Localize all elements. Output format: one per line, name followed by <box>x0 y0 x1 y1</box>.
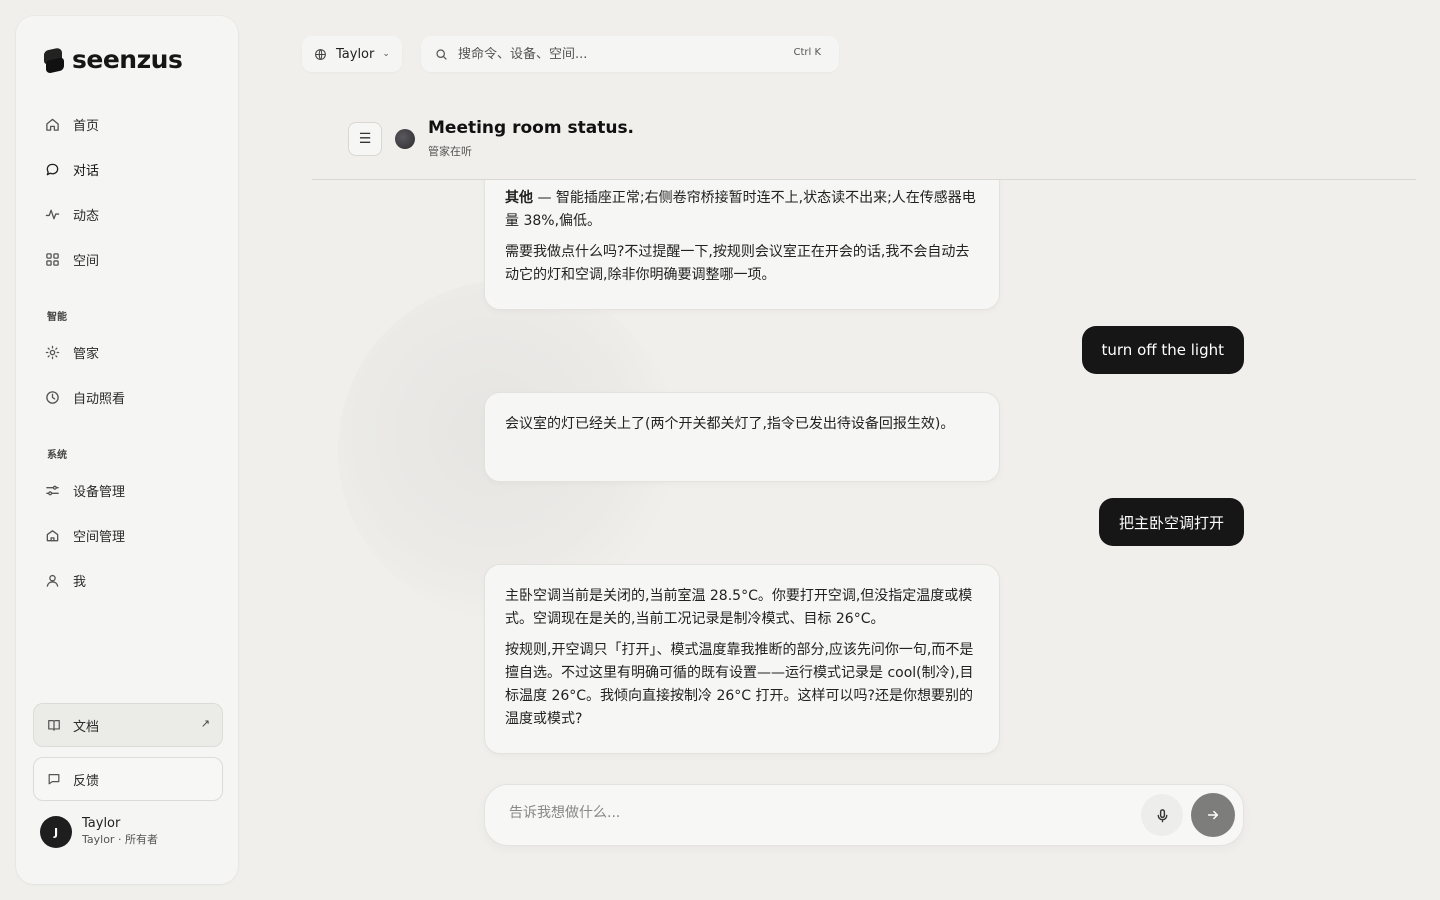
avatar: J <box>40 816 72 848</box>
sidebar-item-butler[interactable]: 管家 <box>44 340 99 364</box>
search-icon <box>436 48 447 60</box>
user-profile[interactable]: J Taylor Taylor · 所有者 <box>40 816 158 848</box>
sliders-icon <box>44 482 60 498</box>
assistant-message: 其他 — 智能插座正常;右侧卷帘桥接暂时连不上,状态读不出来;人在传感器电量 3… <box>484 180 1000 310</box>
feedback-label: 反馈 <box>73 773 100 789</box>
section-label-system: 系统 <box>47 450 67 461</box>
external-link-icon: ↗ <box>200 717 210 730</box>
message-paragraph: 会议室的灯已经关上了(两个开关都关灯了,指令已发出待设备回报生效)。 <box>505 416 955 432</box>
house-icon <box>44 527 60 543</box>
sidebar-item-label: 空间 <box>73 253 100 269</box>
message-text: — 智能插座正常;右侧卷帘桥接暂时连不上,状态读不出来;人在传感器电量 38%,… <box>505 190 976 229</box>
sidebar-item-device-management[interactable]: 设备管理 <box>44 478 125 502</box>
sidebar-item-auto-care[interactable]: 自动照看 <box>44 385 125 409</box>
chat-thread[interactable]: 其他 — 智能插座正常;右侧卷帘桥接暂时连不上,状态读不出来;人在传感器电量 3… <box>312 180 1416 772</box>
user-name: Taylor <box>82 816 121 831</box>
conversation-title: Meeting room status. <box>428 118 635 138</box>
workspace-name: Taylor <box>336 46 375 62</box>
sidebar-item-label: 管家 <box>73 346 100 362</box>
user-role: Taylor · 所有者 <box>82 833 158 846</box>
search-input[interactable] <box>458 46 778 62</box>
sidebar-item-label: 我 <box>73 574 87 590</box>
voice-input-button[interactable] <box>1141 794 1183 836</box>
sidebar-item-label: 空间管理 <box>73 529 126 545</box>
message-paragraph: 主卧空调当前是关闭的,当前室温 28.5°C。你要打开空调,但没指定温度或模式。… <box>505 588 973 627</box>
chat-icon <box>44 161 60 177</box>
brand-logo[interactable]: seenzus <box>44 45 183 74</box>
docs-button[interactable]: 文档 ↗ <box>33 703 223 747</box>
clock-icon <box>44 389 60 405</box>
sidebar-item-activity[interactable]: 动态 <box>44 202 99 226</box>
message-paragraph: 其他 — 智能插座正常;右侧卷帘桥接暂时连不上,状态读不出来;人在传感器电量 3… <box>505 187 979 233</box>
butler-status-dot <box>395 129 415 149</box>
user-message: turn off the light <box>1081 326 1244 374</box>
microphone-icon <box>1157 808 1167 822</box>
home-icon <box>44 116 60 132</box>
message-paragraph: 按规则,开空调只「打开」、模式温度靠我推断的部分,应该先问你一句,而不是擅自选。… <box>505 642 974 727</box>
sun-icon <box>44 344 60 360</box>
sidebar-item-label: 动态 <box>73 208 100 224</box>
docs-label: 文档 <box>73 719 100 735</box>
sidebar-item-label: 对话 <box>73 163 100 179</box>
section-label-smart: 智能 <box>47 312 67 323</box>
sidebar-item-label: 首页 <box>73 118 100 134</box>
conversation-subtitle: 管家在听 <box>428 145 472 158</box>
user-message: 把主卧空调打开 <box>1098 498 1244 546</box>
assistant-message: 主卧空调当前是关闭的,当前室温 28.5°C。你要打开空调,但没指定温度或模式。… <box>484 564 1000 754</box>
assistant-message: 会议室的灯已经关上了(两个开关都关灯了,指令已发出待设备回报生效)。 <box>484 392 1000 482</box>
sidebar-item-label: 设备管理 <box>73 484 126 500</box>
sidebar-item-label: 自动照看 <box>73 391 126 407</box>
sidebar-item-me[interactable]: 我 <box>44 568 86 592</box>
search-bar[interactable]: Ctrl K <box>421 36 839 72</box>
arrow-right-icon <box>1207 810 1219 820</box>
send-button[interactable] <box>1191 793 1235 837</box>
logo-mark-icon <box>44 46 66 74</box>
sidebar-item-chat[interactable]: 对话 <box>44 157 99 181</box>
conversation-menu-button[interactable]: ☰ <box>348 122 382 156</box>
sidebar-item-space-management[interactable]: 空间管理 <box>44 523 125 547</box>
feedback-icon <box>47 772 62 787</box>
brand-name: seenzus <box>72 45 183 74</box>
book-icon <box>47 718 62 733</box>
sidebar-item-spaces[interactable]: 空间 <box>44 247 99 271</box>
workspace-selector[interactable]: Taylor ⌄ <box>302 36 402 72</box>
sidebar-item-home[interactable]: 首页 <box>44 112 99 136</box>
user-icon <box>44 572 60 588</box>
globe-icon <box>315 48 326 60</box>
message-input[interactable] <box>509 805 1109 821</box>
sidebar: seenzus 首页 对话 动态 空间 智能 管家 自动照看 系统 设备管理 空… <box>16 16 238 884</box>
search-shortcut: Ctrl K <box>793 47 821 58</box>
feedback-button[interactable]: 反馈 <box>33 757 223 801</box>
menu-icon: ☰ <box>358 131 372 147</box>
message-bold-label: 其他 <box>505 190 533 206</box>
activity-icon <box>44 206 60 222</box>
message-paragraph: 需要我做点什么吗?不过提醒一下,按规则会议室正在开会的话,我不会自动去动它的灯和… <box>505 244 970 283</box>
chevron-down-icon: ⌄ <box>382 49 390 59</box>
grid-icon <box>44 251 60 267</box>
message-composer <box>484 784 1244 846</box>
